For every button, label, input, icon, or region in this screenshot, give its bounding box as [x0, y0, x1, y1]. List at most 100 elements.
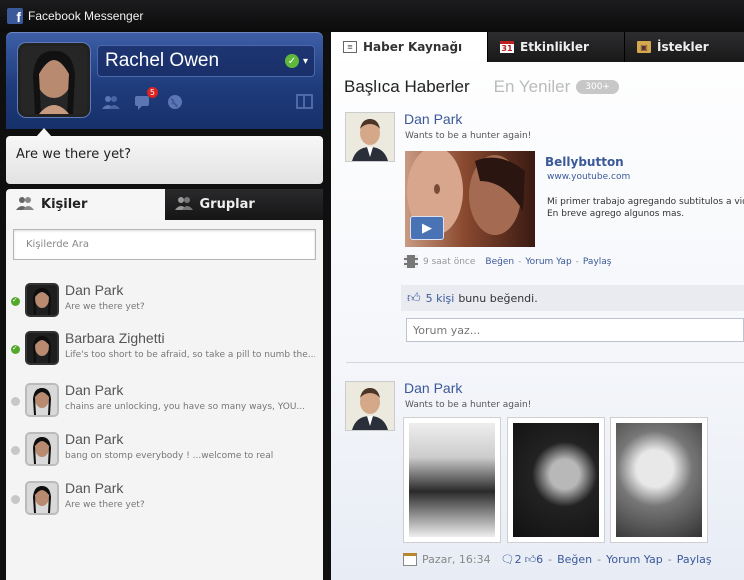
contact-last-message: Are we there yet?	[65, 500, 145, 510]
top-stories-tab[interactable]: Başlıca Haberler	[344, 77, 470, 97]
contact-item[interactable]: Dan Park bang on stomp everybody ! ...we…	[6, 427, 323, 475]
profile-name: Rachel Owen	[105, 50, 220, 71]
video-icon	[404, 255, 418, 268]
post-text: Wants to be a hunter again!	[405, 400, 532, 410]
link-description-line: En breve agrego algunos mas.	[547, 209, 685, 219]
contact-avatar	[25, 432, 59, 466]
title-bar: f Facebook Messenger	[0, 0, 744, 32]
tab-requests-label: İstekler	[657, 40, 709, 54]
photo-thumbnail[interactable]	[507, 417, 605, 543]
left-panel: Rachel Owen ✓ ▾ 5 Are we there yet? Kişi…	[6, 32, 323, 580]
calendar-icon: 31	[500, 41, 514, 53]
like-link[interactable]: Beğen	[557, 553, 592, 566]
contact-name: Dan Park	[65, 431, 124, 447]
contact-last-message: Are we there yet?	[65, 302, 145, 312]
friend-requests-icon[interactable]	[101, 93, 121, 111]
link-title[interactable]: Bellybutton	[545, 155, 624, 169]
chevron-down-icon[interactable]: ▾	[303, 56, 308, 67]
messages-badge: 5	[146, 87, 158, 98]
comment-input[interactable]: Yorum yaz...	[406, 318, 744, 342]
messages-icon[interactable]: 5	[133, 87, 158, 111]
likes-summary: 👍︎ 5 kişi bunu beğendi.	[401, 285, 744, 311]
share-link[interactable]: Paylaş	[583, 257, 612, 267]
contact-name: Barbara Zighetti	[65, 330, 165, 346]
app-title: Facebook Messenger	[28, 9, 144, 23]
likes-count[interactable]: 6	[536, 553, 543, 566]
profile-avatar[interactable]	[18, 43, 90, 117]
photo-image	[513, 423, 599, 537]
likes-count-link[interactable]: 5 kişi	[426, 292, 455, 305]
contact-item[interactable]: Dan Park Are we there yet?	[6, 476, 323, 524]
contact-avatar	[25, 331, 59, 365]
tab-contacts-label: Kişiler	[41, 197, 88, 212]
post-meta: 9 saat önce Beğen - Yorum Yap - Paylaş	[404, 255, 611, 268]
contact-item[interactable]: Dan Park Are we there yet?	[6, 278, 323, 326]
photo-album-icon	[403, 553, 417, 566]
post-author-avatar[interactable]	[345, 112, 395, 162]
post-stats: Pazar, 16:34 🗨︎ 2 👍︎ 6 - Beğen - Yorum Y…	[403, 553, 712, 566]
contact-item[interactable]: Barbara Zighetti Life's too short to be …	[6, 326, 323, 374]
news-feed-icon: ≡	[343, 41, 357, 53]
tab-groups[interactable]: Gruplar	[164, 189, 323, 220]
contact-last-message: bang on stomp everybody ! ...welcome to …	[65, 451, 274, 461]
tab-events[interactable]: 31 Etkinlikler	[487, 32, 624, 62]
thumbs-up-icon: 👍︎	[524, 553, 537, 566]
photo-thumbnail[interactable]	[610, 417, 708, 543]
share-link[interactable]: Paylaş	[677, 553, 712, 566]
contact-avatar	[25, 481, 59, 515]
thumbs-up-icon: 👍︎	[407, 290, 421, 306]
globe-icon[interactable]	[165, 93, 185, 111]
contact-name: Dan Park	[65, 382, 124, 398]
offline-status-icon	[11, 446, 20, 455]
contact-last-message: Life's too short to be afraid, so take a…	[65, 350, 315, 360]
post-author-name[interactable]: Dan Park	[404, 111, 462, 127]
tab-events-label: Etkinlikler	[520, 40, 589, 54]
contact-name: Dan Park	[65, 282, 124, 298]
comment-bubble-icon: 🗨︎	[500, 553, 515, 566]
photo-thumbnail[interactable]	[403, 417, 501, 543]
feed-tabs: ≡ Haber Kaynağı 31 Etkinlikler ▣ İstekle…	[331, 32, 744, 62]
post-text: Wants to be a hunter again!	[405, 131, 532, 141]
contact-avatar	[25, 283, 59, 317]
link-description: Mi primer trabajo agregando subtitulos a…	[547, 196, 744, 220]
contact-avatar	[25, 383, 59, 417]
post-author-name[interactable]: Dan Park	[404, 380, 462, 396]
post-author-avatar[interactable]	[345, 381, 395, 431]
status-message[interactable]: Are we there yet?	[6, 136, 323, 184]
play-icon[interactable]: ▶	[410, 216, 444, 240]
link-url[interactable]: www.youtube.com	[547, 172, 630, 182]
new-stories-count-badge: 300+	[576, 80, 619, 94]
contacts-search-input[interactable]: Kişilerde Ara	[13, 229, 316, 260]
online-status-icon	[11, 344, 20, 354]
offline-status-icon	[11, 397, 20, 406]
comment-link[interactable]: Yorum Yap	[606, 553, 663, 566]
post-divider	[346, 362, 744, 363]
feed-header: Başlıca Haberler En Yeniler 300+	[344, 77, 619, 97]
layout-toggle-icon[interactable]	[296, 94, 313, 109]
online-status-icon	[11, 296, 20, 306]
tab-news-feed-label: Haber Kaynağı	[363, 40, 463, 54]
people-icon	[16, 196, 36, 214]
profile-photo-icon	[21, 46, 87, 114]
facebook-logo-icon: f	[7, 8, 23, 24]
most-recent-tab[interactable]: En Yeniler	[494, 77, 571, 97]
offline-status-icon	[11, 495, 20, 504]
photo-image	[409, 423, 495, 537]
contact-item[interactable]: Dan Park chains are unlocking, you have …	[6, 378, 323, 426]
comments-count[interactable]: 2	[515, 553, 522, 566]
contact-last-message: chains are unlocking, you have so many w…	[65, 402, 305, 412]
tab-contacts[interactable]: Kişiler	[6, 189, 165, 220]
profile-name-dropdown[interactable]: Rachel Owen ✓ ▾	[97, 45, 315, 77]
tab-news-feed[interactable]: ≡ Haber Kaynağı	[331, 32, 487, 62]
requests-icon: ▣	[637, 41, 651, 53]
tab-requests[interactable]: ▣ İstekler	[624, 32, 744, 62]
contacts-list: Kişilerde Ara Dan Park Are we there yet?…	[6, 220, 323, 580]
comment-link[interactable]: Yorum Yap	[525, 257, 571, 267]
video-thumbnail[interactable]: ▶	[405, 151, 535, 247]
like-link[interactable]: Beğen	[485, 257, 514, 267]
groups-icon	[174, 196, 195, 214]
profile-header: Rachel Owen ✓ ▾ 5	[6, 32, 323, 129]
tab-groups-label: Gruplar	[199, 197, 255, 212]
post-time: Pazar, 16:34	[422, 553, 491, 566]
contacts-tabs: Kişiler Gruplar	[6, 189, 323, 220]
